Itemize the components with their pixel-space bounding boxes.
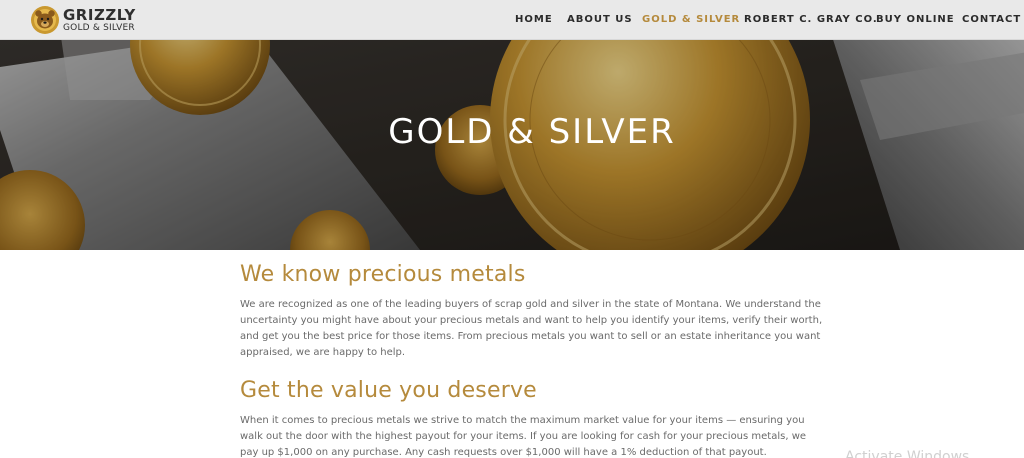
hero-banner: GOLD & SILVER [0, 40, 1024, 250]
nav-contact-us[interactable]: CONTACT U [962, 14, 1024, 25]
section-heading-precious-metals: We know precious metals [240, 262, 526, 287]
site-header: GRIZZLY GOLD & SILVER HOME ABOUT US GOLD… [0, 0, 1024, 40]
page-title: GOLD & SILVER [388, 112, 676, 152]
section-body-precious-metals: We are recognized as one of the leading … [240, 299, 823, 358]
nav-buy-online[interactable]: BUY ONLINE [876, 14, 955, 25]
activate-windows-watermark: Activate Windows [845, 449, 970, 458]
section-heading-value: Get the value you deserve [240, 378, 537, 403]
main-nav: HOME ABOUT US GOLD & SILVER ROBERT C. GR… [0, 0, 1024, 40]
main-content: We know precious metals We are recognize… [240, 262, 830, 458]
section-body-value: When it comes to precious metals we stri… [240, 415, 807, 458]
nav-home[interactable]: HOME [515, 14, 553, 25]
nav-robert-c-gray[interactable]: ROBERT C. GRAY CO. [744, 14, 878, 25]
nav-about-us[interactable]: ABOUT US [567, 14, 633, 25]
nav-gold-silver[interactable]: GOLD & SILVER [642, 14, 740, 25]
